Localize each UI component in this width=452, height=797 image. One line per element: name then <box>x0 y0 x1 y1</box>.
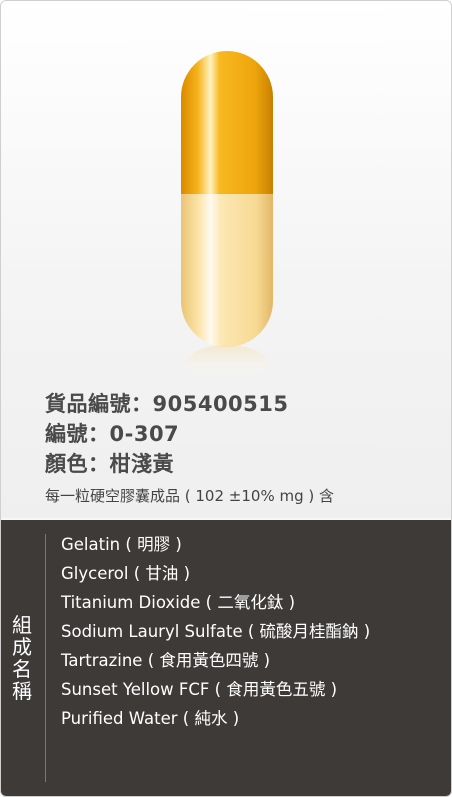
code-value: 0-307 <box>109 422 180 446</box>
color-label: 顏色： <box>45 452 110 476</box>
code-row: 編號：0-307 <box>45 419 334 449</box>
composition-title-char: 成 <box>12 635 32 659</box>
ingredient-item: Titanium Dioxide ( 二氧化鈦 ) <box>61 593 296 612</box>
product-card: 貨品編號：905400515 編號：0-307 顏色：柑淺黃 每一粒硬空膠囊成品… <box>0 0 452 797</box>
code-label: 編號： <box>45 422 110 446</box>
color-row: 顏色：柑淺黃 <box>45 449 334 479</box>
ingredient-item: Glycerol ( 甘油 ) <box>61 564 191 583</box>
item-number-row: 貨品編號：905400515 <box>45 389 334 419</box>
composition-title-char: 名 <box>12 657 32 681</box>
capsule-description: 每一粒硬空膠囊成品 ( 102 ±10% mg ) 含 <box>45 487 334 505</box>
ingredient-item: Sunset Yellow FCF ( 食用黃色五號 ) <box>61 680 338 699</box>
product-info: 貨品編號：905400515 編號：0-307 顏色：柑淺黃 每一粒硬空膠囊成品… <box>45 389 334 506</box>
composition-panel: 組 成 名 稱 Gelatin ( 明膠 ) Glycerol ( 甘油 ) T… <box>1 520 451 796</box>
item-number-value: 905400515 <box>152 392 289 416</box>
composition-title-char: 組 <box>12 613 32 637</box>
ingredient-item: Tartrazine ( 食用黃色四號 ) <box>61 651 271 670</box>
item-number-label: 貨品編號： <box>45 392 153 416</box>
ingredient-item: Purified Water ( 純水 ) <box>61 709 240 728</box>
composition-title: 組 成 名 稱 <box>9 614 35 702</box>
ingredient-list: Gelatin ( 明膠 ) Glycerol ( 甘油 ) Titanium … <box>61 530 370 733</box>
product-image-area: 貨品編號：905400515 編號：0-307 顏色：柑淺黃 每一粒硬空膠囊成品… <box>1 1 451 518</box>
capsule-image <box>179 51 275 381</box>
composition-title-char: 稱 <box>12 679 32 703</box>
color-value: 柑淺黃 <box>109 452 174 476</box>
vertical-divider <box>45 534 46 782</box>
ingredient-item: Sodium Lauryl Sulfate ( 硫酸月桂酯鈉 ) <box>61 622 371 641</box>
ingredient-item: Gelatin ( 明膠 ) <box>61 535 182 554</box>
